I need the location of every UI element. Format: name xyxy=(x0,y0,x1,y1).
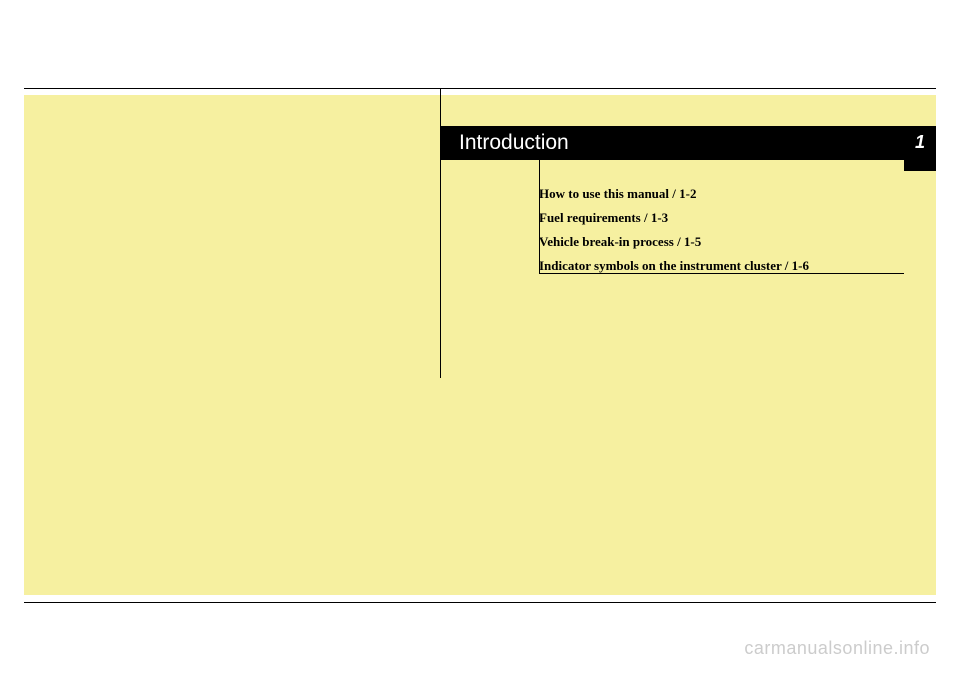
chapter-title-bar: Introduction xyxy=(441,126,904,160)
toc-bottom-rule xyxy=(539,273,904,274)
toc-item: Fuel requirements / 1-3 xyxy=(539,210,904,226)
toc-item: Indicator symbols on the instrument clus… xyxy=(539,258,904,274)
chapter-title: Introduction xyxy=(459,131,569,155)
chapter-number-box: 1 xyxy=(904,126,936,171)
chapter-number: 1 xyxy=(915,132,925,153)
toc-item: Vehicle break-in process / 1-5 xyxy=(539,234,904,250)
top-horizontal-rule xyxy=(24,88,936,89)
toc-item: How to use this manual / 1-2 xyxy=(539,186,904,202)
bottom-horizontal-rule xyxy=(24,602,936,603)
page-container: Introduction 1 How to use this manual / … xyxy=(0,0,960,689)
yellow-background-panel xyxy=(24,95,936,595)
table-of-contents: How to use this manual / 1-2 Fuel requir… xyxy=(539,186,904,282)
watermark-text: carmanualsonline.info xyxy=(744,638,930,659)
